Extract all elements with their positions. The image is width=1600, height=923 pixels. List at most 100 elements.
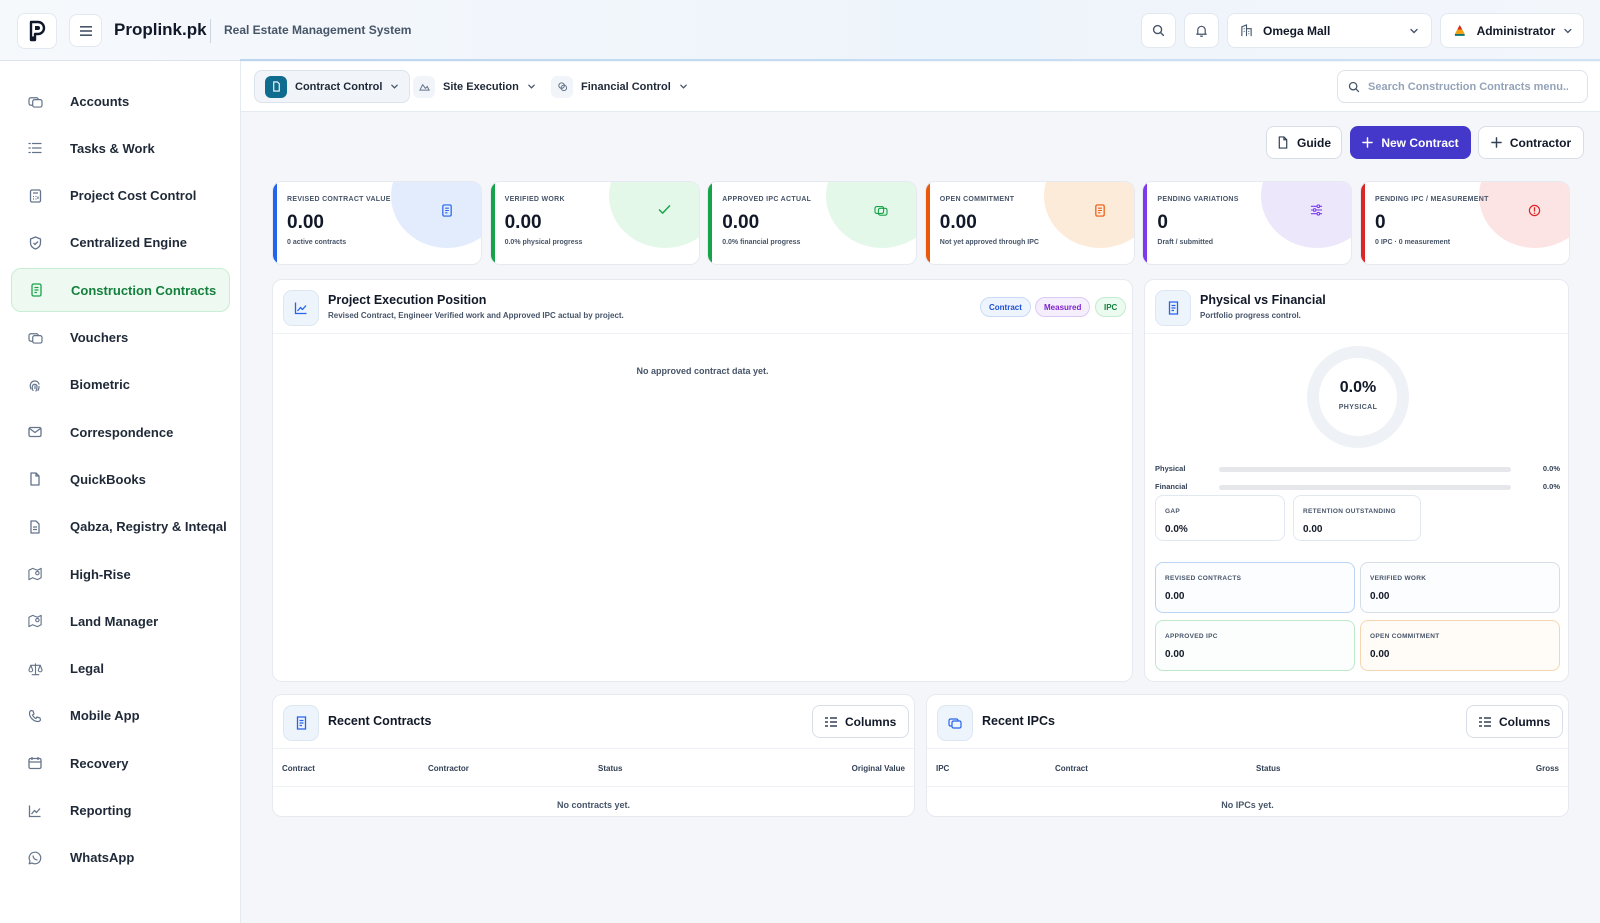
panel-title: Physical vs Financial — [1200, 293, 1326, 307]
notifications-button[interactable] — [1184, 13, 1219, 48]
sidebar-item-label: Recovery — [70, 755, 129, 771]
column-header[interactable]: Original Value — [852, 764, 905, 773]
metric-value: 0.00 — [1370, 649, 1390, 660]
accent-bar — [1361, 182, 1365, 264]
contract-icon — [12, 283, 60, 297]
sidebar-item-biometric[interactable]: Biometric — [11, 363, 230, 407]
columns-button[interactable]: Columns — [1466, 705, 1564, 738]
sidebar-item-project-cost-control[interactable]: Project Cost Control — [11, 174, 230, 218]
kpi-subtext: Not yet approved through IPC — [939, 239, 1039, 246]
approved-ipc-tile: APPROVED IPC 0.00 — [1155, 620, 1355, 671]
top-bar: Proplink.pk Real Estate Management Syste… — [0, 0, 1600, 61]
metric-label: OPEN COMMITMENT — [1370, 633, 1440, 640]
sidebar-item-legal[interactable]: Legal — [11, 647, 230, 691]
open-commitment-card[interactable]: OPEN COMMITMENT 0.00 Not yet approved thro… — [924, 181, 1135, 265]
kpi-subtext: 0.0% financial progress — [722, 239, 801, 246]
progress-value: 0.0% — [1542, 482, 1560, 491]
metric-label: APPROVED IPC — [1165, 633, 1218, 640]
search-icon — [1152, 24, 1165, 37]
brand-name: Proplink.pk — [114, 20, 207, 39]
column-header[interactable]: Contract — [282, 764, 315, 773]
panel-subtitle: Portfolio progress control. — [1200, 311, 1301, 320]
column-header[interactable]: Status — [1256, 764, 1280, 773]
column-header[interactable]: Status — [598, 764, 622, 773]
chevron-down-icon — [680, 84, 687, 89]
brand-logo[interactable] — [17, 13, 57, 49]
progress-label: Financial — [1155, 482, 1188, 491]
sidebar-item-high-rise[interactable]: High-Rise — [11, 552, 230, 596]
sidebar-item-construction-contracts[interactable]: Construction Contracts — [11, 268, 230, 313]
file-icon — [11, 472, 59, 487]
column-header[interactable]: IPC — [936, 764, 949, 773]
sidebar-item-quickbooks[interactable]: QuickBooks — [11, 457, 230, 501]
guide-button-label: Guide — [1296, 135, 1331, 150]
columns-button-label: Columns — [845, 714, 897, 729]
column-header[interactable]: Contractor — [428, 764, 469, 773]
sidebar-item-whatsapp[interactable]: WhatsApp — [11, 836, 230, 880]
sidebar-item-tasks-work[interactable]: Tasks & Work — [11, 126, 230, 170]
site-icon — [413, 75, 435, 98]
tab-contract-control[interactable]: Contract Control — [254, 70, 411, 103]
tab-label: Site Execution — [443, 80, 519, 93]
tab-financial-control[interactable]: Financial Control — [541, 70, 698, 103]
new-contract-button[interactable]: New Contract — [1350, 126, 1471, 159]
tab-site-execution[interactable]: Site Execution — [403, 70, 546, 103]
document-icon — [1094, 204, 1106, 217]
physical-progress-donut — [1307, 346, 1409, 448]
revised-contract-value-card[interactable]: REVISED CONTRACT VALUE 0.00 0 active contr… — [272, 181, 482, 265]
plus-icon — [1362, 137, 1374, 148]
avatar — [1451, 21, 1469, 40]
pending-variations-card[interactable]: PENDING VARIATIONS 0 Draft / submitted — [1142, 181, 1353, 265]
column-header[interactable]: Contract — [1055, 764, 1088, 773]
menu-search[interactable] — [1337, 70, 1588, 103]
pending-ipc-measurement-card[interactable]: PENDING IPC / MEASUREMENT 0 0 IPC · 0 meas… — [1360, 181, 1570, 265]
vouchers-icon — [11, 331, 59, 344]
kpi-subtext: Draft / submitted — [1157, 239, 1214, 246]
sidebar-item-correspondence[interactable]: Correspondence — [11, 410, 230, 454]
chevron-down-icon — [1564, 28, 1572, 33]
site-selector-label: Omega Mall — [1263, 23, 1331, 38]
chart-line-icon — [283, 290, 319, 326]
map-icon — [11, 614, 59, 628]
sidebar-item-qabza-registry-inteqal[interactable]: Qabza, Registry & Inteqal — [11, 505, 230, 549]
panel-subtitle: Revised Contract, Engineer Verified work… — [328, 311, 624, 320]
sidebar-item-vouchers[interactable]: Vouchers — [11, 316, 230, 360]
accent-bar — [708, 182, 713, 264]
open-commitment-tile: OPEN COMMITMENT 0.00 — [1360, 620, 1560, 671]
columns-button[interactable]: Columns — [812, 705, 910, 738]
tab-label: Contract Control — [295, 80, 383, 93]
donut-value: 0.0% — [1339, 379, 1377, 396]
kpi-label: REVISED CONTRACT VALUE — [287, 196, 391, 203]
sidebar-item-reporting[interactable]: Reporting — [11, 789, 230, 833]
panel-header: Physical vs Financial Portfolio progress… — [1145, 280, 1568, 334]
column-header[interactable]: Gross — [1536, 764, 1559, 773]
decorative-blob — [826, 182, 917, 248]
coins-icon — [551, 75, 573, 98]
calendar-icon — [11, 756, 59, 770]
approved-ipc-actual-card[interactable]: APPROVED IPC ACTUAL 0.00 0.0% financial pr… — [707, 181, 918, 265]
sidebar-item-label: Centralized Engine — [70, 235, 188, 251]
user-menu[interactable]: Administrator — [1440, 13, 1584, 48]
sidebar-item-land-manager[interactable]: Land Manager — [11, 599, 230, 643]
empty-state-message: No IPCs yet. — [1221, 800, 1274, 810]
sidebar-item-accounts[interactable]: Accounts — [11, 79, 230, 123]
decorative-blob — [1261, 182, 1352, 248]
sidebar-item-label: High-Rise — [70, 566, 131, 582]
verified-work-card[interactable]: VERIFIED WORK 0.00 0.0% physical progress — [489, 181, 700, 265]
kpi-value: 0.00 — [939, 212, 977, 233]
search-button[interactable] — [1141, 13, 1176, 48]
kpi-value: 0.00 — [287, 212, 324, 233]
user-name: Administrator — [1476, 23, 1556, 38]
chevron-down-icon — [391, 84, 399, 89]
menu-toggle-button[interactable] — [69, 14, 102, 47]
chart-icon — [11, 804, 59, 818]
kpi-label: APPROVED IPC ACTUAL — [722, 196, 812, 203]
site-selector[interactable]: Omega Mall — [1227, 13, 1432, 48]
add-contractor-button[interactable]: Contractor — [1478, 126, 1584, 159]
sidebar-item-recovery[interactable]: Recovery — [11, 741, 230, 785]
sidebar-item-mobile-app[interactable]: Mobile App — [11, 694, 230, 738]
sidebar-item-centralized-engine[interactable]: Centralized Engine — [11, 221, 230, 265]
guide-button[interactable]: Guide — [1266, 126, 1342, 159]
menu-search-input[interactable] — [1368, 80, 1568, 93]
chevron-down-icon — [527, 84, 535, 89]
